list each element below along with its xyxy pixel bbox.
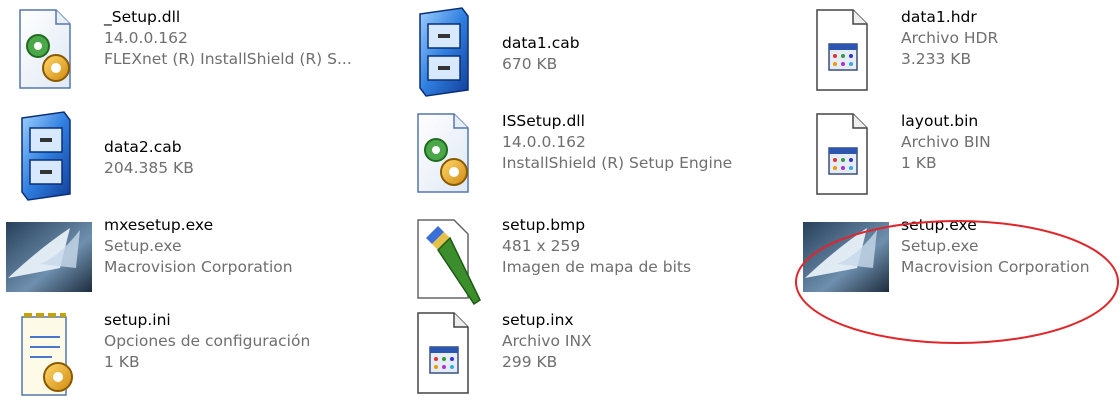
file-name: setup.ini [104,311,171,329]
file-meta-line: Opciones de configuración [104,332,311,350]
file-item-issetup-dll[interactable]: ISSetup.dll 14.0.0.162 InstallShield (R)… [398,104,793,204]
paint-brush-icon [398,208,490,308]
file-name: _Setup.dll [104,8,181,26]
file-meta-line: 1 KB [901,154,937,172]
dll-gear-icon [398,104,490,204]
file-item-data2-cab[interactable]: data2.cab 204.385 KB [0,104,395,204]
file-item-setup-bmp[interactable]: setup.bmp 481 x 259 Imagen de mapa de bi… [398,208,793,308]
file-meta-line: 299 KB [502,353,558,371]
file-name: data1.hdr [901,8,977,26]
file-name: ISSetup.dll [502,112,585,130]
dll-gear-icon [0,0,92,100]
file-item-setup-ini[interactable]: setup.ini Opciones de configuración 1 KB [0,303,395,403]
file-meta-line: Imagen de mapa de bits [502,258,692,276]
file-meta-line: 3.233 KB [901,50,972,68]
file-item-setup-inx[interactable]: setup.inx Archivo INX 299 KB [398,303,793,403]
file-meta-line: Setup.exe [901,237,979,255]
cabinet-icon [0,104,92,204]
file-meta-line: 14.0.0.162 [502,133,586,151]
generic-file-icon [398,303,490,403]
file-meta-line: Archivo INX [502,332,592,350]
cabinet-icon [398,0,490,100]
file-name: mxesetup.exe [104,216,214,234]
file-name: setup.bmp [502,216,586,234]
file-item-setup-exe[interactable]: setup.exe Setup.exe Macrovision Corporat… [797,208,1120,308]
file-meta-line: 14.0.0.162 [104,29,188,47]
file-meta-line: Macrovision Corporation [901,258,1090,276]
file-name: data2.cab [104,138,182,156]
file-name: layout.bin [901,112,979,130]
file-item-data1-cab[interactable]: data1.cab 670 KB [398,0,793,100]
file-meta-line: InstallShield (R) Setup Engine [502,154,733,172]
generic-file-icon [797,0,889,100]
file-item-setup-dll[interactable]: _Setup.dll 14.0.0.162 FLEXnet (R) Instal… [0,0,395,100]
macrovision-setup-icon [0,208,92,308]
file-meta-line: Archivo HDR [901,29,999,47]
file-meta-line: Setup.exe [104,237,182,255]
file-name: setup.exe [901,216,977,234]
macrovision-setup-icon [797,208,889,308]
file-name: setup.inx [502,311,574,329]
file-meta-line: Macrovision Corporation [104,258,293,276]
file-name: data1.cab [502,34,580,52]
file-meta-line: FLEXnet (R) InstallShield (R) S... [104,50,352,68]
file-meta-line: 670 KB [502,55,558,73]
file-meta-line: 481 x 259 [502,237,581,255]
ini-config-icon [0,303,92,403]
generic-file-icon [797,104,889,204]
file-meta-line: 1 KB [104,353,140,371]
file-item-layout-bin[interactable]: layout.bin Archivo BIN 1 KB [797,104,1120,204]
file-item-mxesetup-exe[interactable]: mxesetup.exe Setup.exe Macrovision Corpo… [0,208,395,308]
file-meta-line: Archivo BIN [901,133,991,151]
file-grid: _Setup.dll 14.0.0.162 FLEXnet (R) Instal… [0,0,1120,403]
file-meta-line: 204.385 KB [104,159,194,177]
file-item-data1-hdr[interactable]: data1.hdr Archivo HDR 3.233 KB [797,0,1120,100]
